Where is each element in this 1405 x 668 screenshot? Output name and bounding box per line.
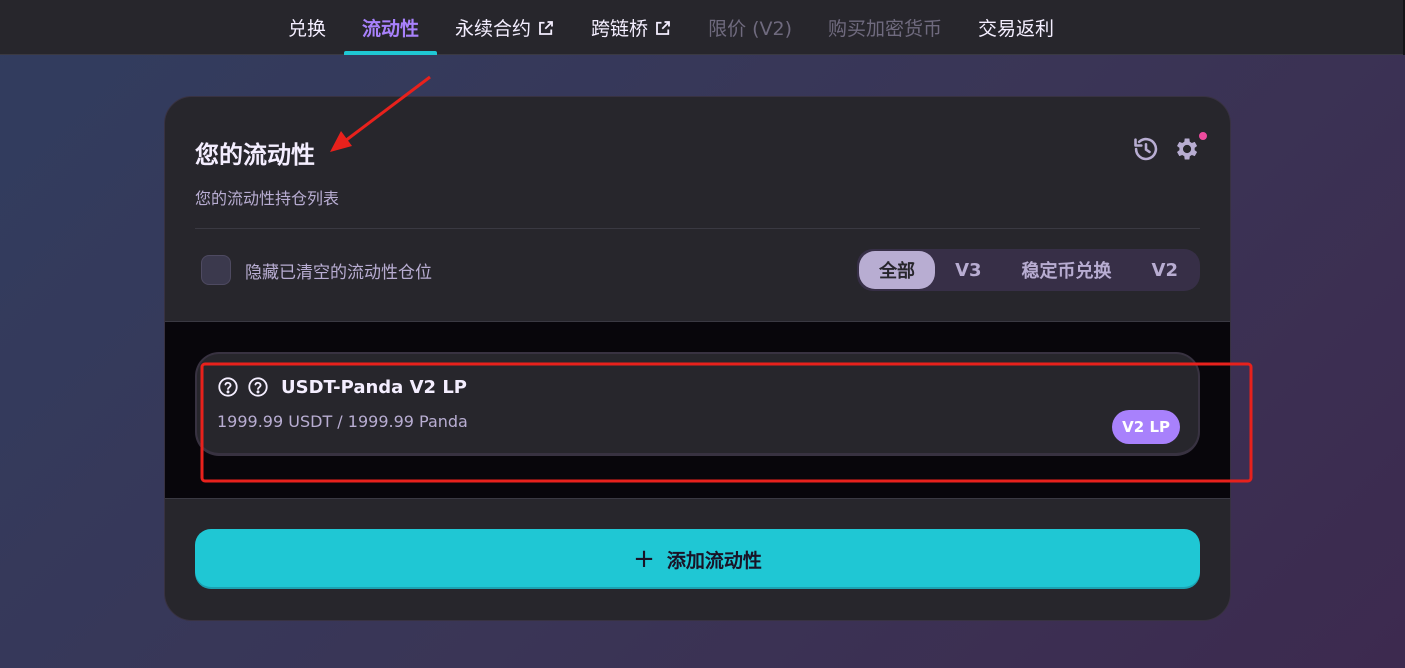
filter-stableswap[interactable]: 稳定币兑换 [1002, 251, 1132, 289]
header-actions [1132, 131, 1208, 163]
nav-tabs: 兑换 流动性 永续合约 跨链桥 限价 (V2) 购买加密货币 交易返利 [270, 0, 1072, 55]
question-icon [247, 376, 269, 398]
liquidity-card: 您的流动性 您的流动性持仓列表 隐藏已清空的流动性仓位 全部 V3 稳定币兑换 … [164, 96, 1231, 621]
top-nav: 兑换 流动性 永续合约 跨链桥 限价 (V2) 购买加密货币 交易返利 [0, 0, 1405, 55]
hide-closed-toggle[interactable]: 隐藏已清空的流动性仓位 [201, 255, 432, 285]
position-name: USDT-Panda V2 LP [281, 376, 467, 398]
add-liquidity-label: 添加流动性 [666, 549, 762, 572]
add-liquidity-button[interactable]: + 添加流动性 [195, 529, 1200, 589]
page-subtitle: 您的流动性持仓列表 [195, 189, 340, 208]
position-type-badge: V2 LP [1112, 410, 1180, 444]
nav-tab-buy-crypto[interactable]: 购买加密货币 [810, 0, 960, 55]
question-icon [217, 376, 239, 398]
nav-tab-bridge[interactable]: 跨链桥 [573, 0, 690, 55]
version-filter: 全部 V3 稳定币兑换 V2 [857, 249, 1200, 291]
filter-v2[interactable]: V2 [1132, 251, 1198, 289]
hide-closed-label: 隐藏已清空的流动性仓位 [245, 262, 432, 283]
positions-list: USDT-Panda V2 LP 1999.99 USDT / 1999.99 … [165, 321, 1230, 499]
history-icon [1134, 137, 1158, 161]
nav-tab-swap[interactable]: 兑换 [270, 0, 344, 55]
nav-tab-perpetual[interactable]: 永续合约 [437, 0, 573, 55]
notification-dot [1198, 131, 1208, 141]
plus-icon: + [633, 544, 655, 574]
nav-tab-liquidity[interactable]: 流动性 [344, 0, 438, 55]
position-amounts: 1999.99 USDT / 1999.99 Panda [217, 412, 468, 431]
external-link-icon [656, 20, 670, 35]
position-header: USDT-Panda V2 LP [217, 376, 467, 398]
header-divider [195, 228, 1200, 229]
settings-button[interactable] [1172, 131, 1208, 163]
filter-v3[interactable]: V3 [935, 251, 1001, 289]
history-button[interactable] [1132, 135, 1160, 163]
nav-tab-trading-reward[interactable]: 交易返利 [960, 0, 1072, 55]
gear-icon [1177, 138, 1198, 160]
external-link-icon [539, 20, 553, 35]
nav-tab-limit[interactable]: 限价 (V2) [690, 0, 810, 55]
filter-all[interactable]: 全部 [859, 251, 936, 289]
position-card[interactable]: USDT-Panda V2 LP 1999.99 USDT / 1999.99 … [195, 352, 1200, 456]
hide-closed-checkbox[interactable] [201, 255, 231, 285]
page-title: 您的流动性 [195, 141, 315, 169]
